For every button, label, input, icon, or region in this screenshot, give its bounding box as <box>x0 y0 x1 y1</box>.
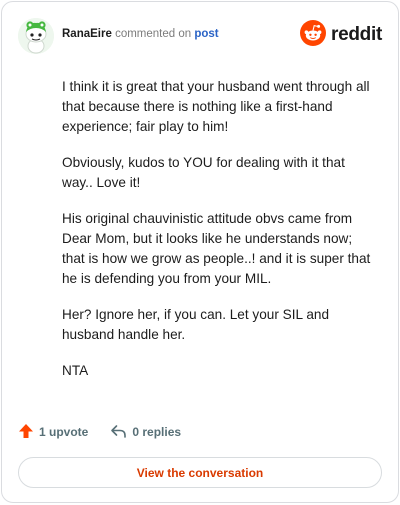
comment-paragraph: Her? Ignore her, if you can. Let your SI… <box>62 307 330 342</box>
reddit-brand[interactable]: reddit <box>300 19 382 51</box>
reddit-alien-logo-icon <box>300 19 327 51</box>
comment-meta: RanaEire commented on post <box>62 27 219 41</box>
view-conversation-button[interactable]: View the conversation <box>18 457 382 488</box>
action-text: commented on <box>115 28 192 40</box>
comment-paragraph: NTA <box>62 363 89 378</box>
upvote-arrow-icon <box>18 423 34 442</box>
replies-button[interactable]: 0 replies <box>110 423 181 442</box>
comment-header: RanaEire commented on post reddit <box>18 18 382 54</box>
username-link[interactable]: RanaEire <box>62 28 112 40</box>
brand-wordmark: reddit <box>331 24 382 45</box>
upvote-count: 1 upvote <box>39 425 89 439</box>
reply-arrow-icon <box>110 423 127 442</box>
embedded-comment-card: RanaEire commented on post reddit I thin… <box>1 1 399 503</box>
comment-actions: 1 upvote 0 replies <box>18 422 181 442</box>
replies-count: 0 replies <box>132 425 182 439</box>
comment-paragraph: Obviously, kudos to YOU for dealing with… <box>62 155 345 190</box>
upvote-button[interactable]: 1 upvote <box>18 423 88 442</box>
comment-paragraph: His original chauvinistic attitude obvs … <box>62 211 371 286</box>
frog-snoo-avatar-icon[interactable] <box>18 18 54 54</box>
comment-body: I think it is great that your husband we… <box>62 77 372 397</box>
comment-paragraph: I think it is great that your husband we… <box>62 79 370 134</box>
post-link[interactable]: post <box>194 28 218 40</box>
